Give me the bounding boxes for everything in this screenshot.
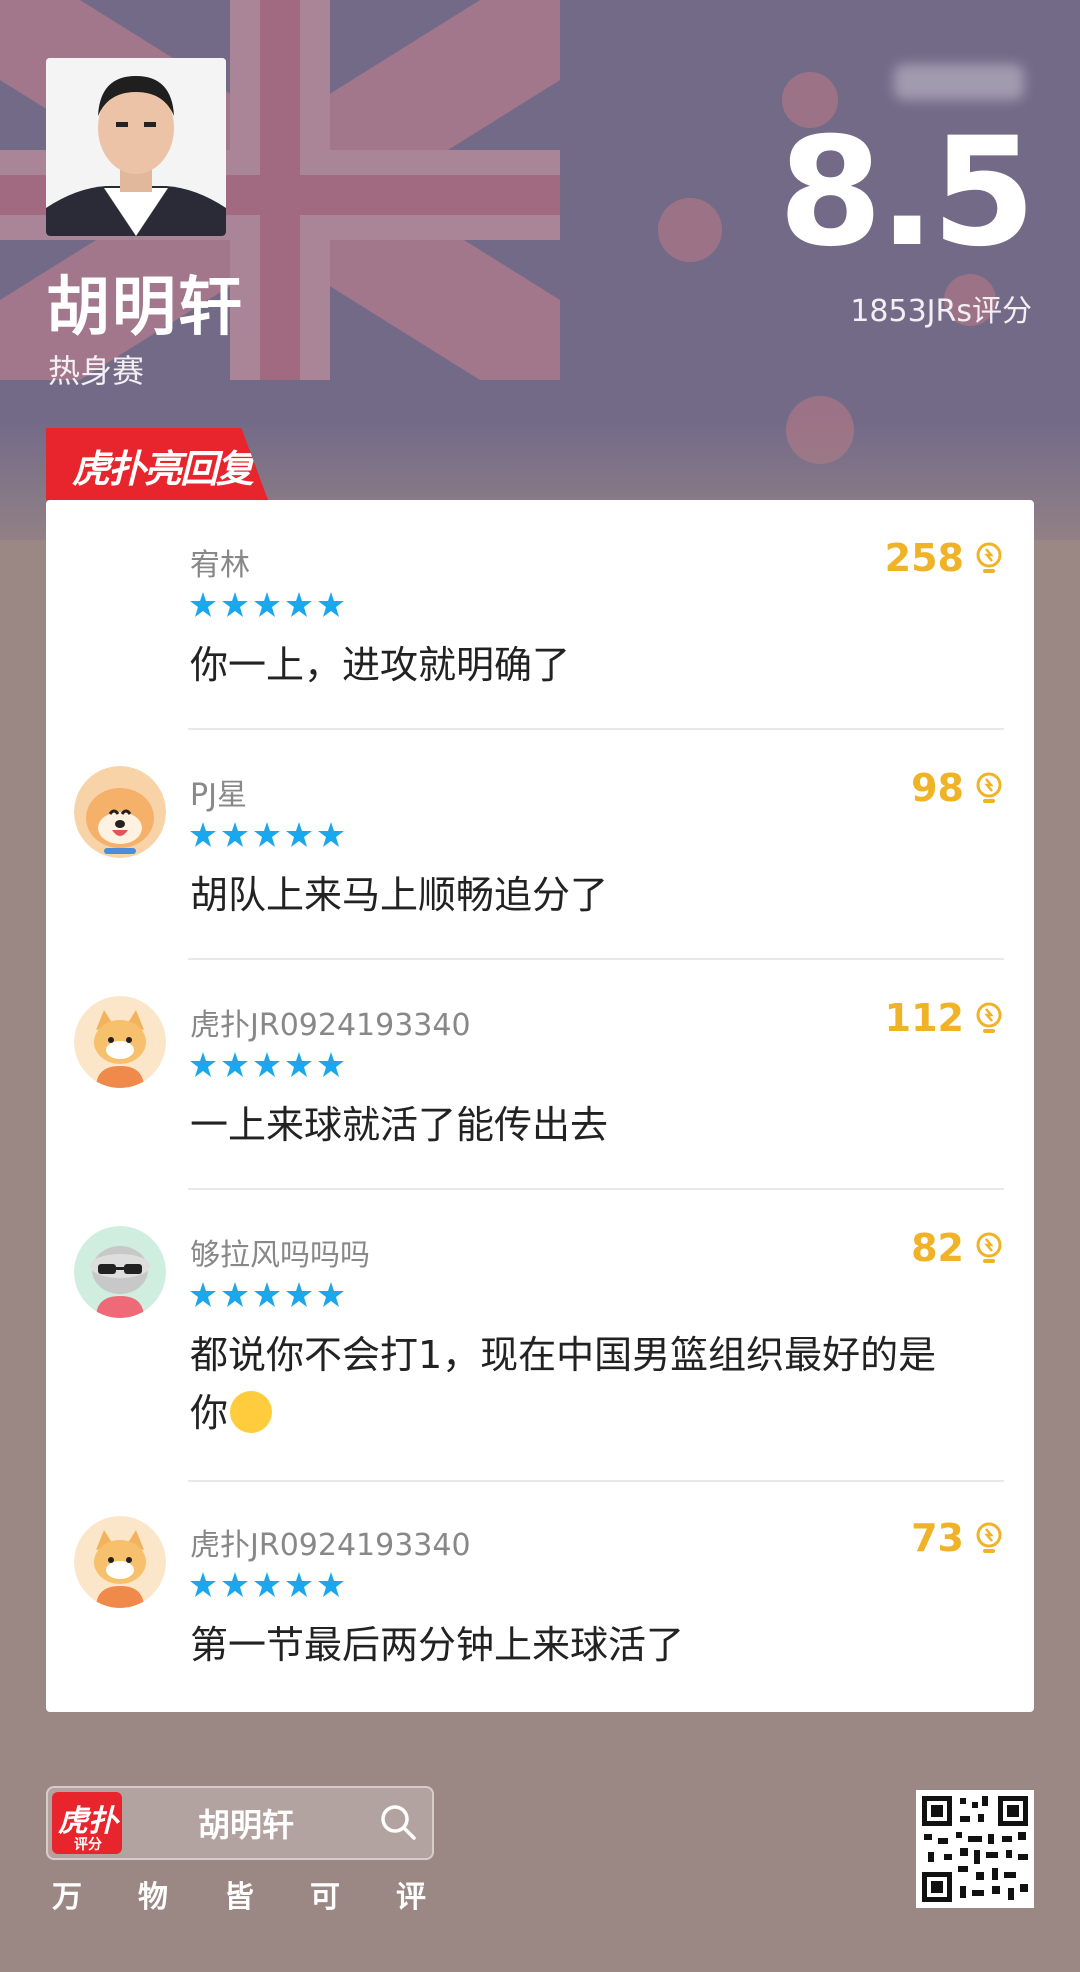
slogan-char: 可	[310, 1880, 340, 1915]
star-rating	[190, 592, 344, 617]
user-avatar[interactable]	[74, 766, 166, 858]
brand-search-bar[interactable]: 虎扑 评分 胡明轩	[46, 1786, 434, 1860]
search-icon[interactable]	[378, 1802, 418, 1842]
comment-divider	[188, 958, 1004, 960]
comment-divider	[188, 728, 1004, 730]
qr-code	[916, 1790, 1034, 1908]
slogan-char: 皆	[224, 1880, 254, 1915]
comment-username[interactable]: 宥林	[190, 540, 250, 584]
like-bulb-icon[interactable]	[974, 772, 1004, 806]
comment-like-count: 258	[884, 536, 964, 580]
comment-text: 第一节最后两分钟上来球活了	[190, 1623, 685, 1667]
comment-like-count: 82	[911, 1226, 964, 1270]
comment-username[interactable]: 够拉风吗吗吗	[190, 1230, 370, 1274]
comment-text: 胡队上来马上顺畅追分了	[190, 873, 609, 917]
hot-replies-badge: 虎扑亮回复	[46, 428, 268, 500]
like-bulb-icon[interactable]	[974, 542, 1004, 576]
rating-count: 1853JRs评分	[850, 294, 1032, 329]
sunglasses-avatar-image	[74, 1226, 166, 1318]
default-avatar-image	[74, 996, 166, 1088]
star-rating	[190, 1052, 344, 1077]
search-keyword: 胡明轩	[198, 1806, 295, 1844]
comment-text: 一上来球就活了能传出去	[190, 1103, 609, 1147]
comment-username[interactable]: 虎扑JR0924193340	[190, 1520, 471, 1564]
comment-username[interactable]: 虎扑JR0924193340	[190, 1000, 471, 1044]
dog-avatar-image	[74, 766, 166, 858]
comment-like-count: 73	[911, 1516, 964, 1560]
comment-username[interactable]: PJ星	[190, 770, 247, 814]
comment-text: 都说你不会打1，现在中国男篮组织最好的是你	[190, 1326, 974, 1442]
comment-like-count: 98	[911, 766, 964, 810]
comments-card: 宥林 你一上，进攻就明确了 258 PJ星 胡队上来马上顺畅追分了 98 虎扑J…	[46, 500, 1034, 1712]
like-bulb-icon[interactable]	[974, 1232, 1004, 1266]
rating-score: 8.5	[778, 106, 1036, 280]
user-avatar[interactable]	[74, 1516, 166, 1608]
like-bulb-icon[interactable]	[974, 1522, 1004, 1556]
user-avatar[interactable]	[74, 996, 166, 1088]
player-photo-image	[46, 58, 226, 236]
comment-text: 你一上，进攻就明确了	[190, 643, 571, 687]
like-bulb-icon[interactable]	[974, 1002, 1004, 1036]
comment-like-count: 112	[884, 996, 964, 1040]
comment-text-content: 都说你不会打1，现在中国男篮组织最好的是你	[190, 1333, 937, 1435]
laughing-emoji-icon	[230, 1390, 273, 1433]
comment-divider	[188, 1480, 1004, 1482]
hot-replies-label: 虎扑亮回复	[72, 447, 254, 491]
star-rating	[190, 1282, 344, 1307]
hupu-logo: 虎扑 评分	[52, 1792, 122, 1854]
comment-divider	[188, 1188, 1004, 1190]
game-type: 热身赛	[48, 352, 145, 390]
player-photo	[46, 58, 226, 236]
star-rating	[190, 1572, 344, 1597]
default-avatar-image	[74, 1516, 166, 1608]
slogan-char: 万	[52, 1880, 82, 1915]
user-avatar[interactable]	[74, 1226, 166, 1318]
player-name: 胡明轩	[46, 271, 244, 345]
slogan-char: 评	[396, 1880, 426, 1915]
star-rating	[190, 822, 344, 847]
hupu-logo-subtext: 评分	[74, 1837, 102, 1853]
watermark-blur	[894, 64, 1024, 100]
slogan-char: 物	[138, 1880, 168, 1915]
